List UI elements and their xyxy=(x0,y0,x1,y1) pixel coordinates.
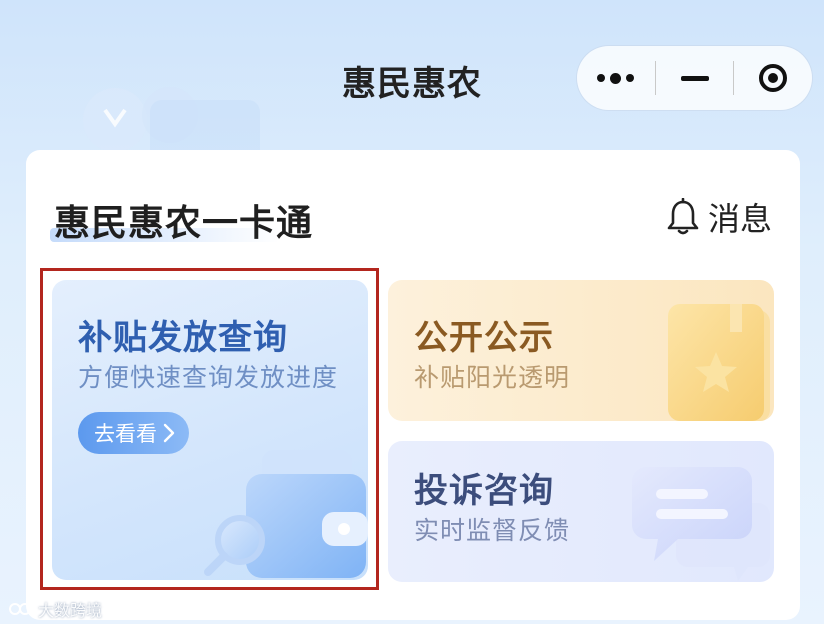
tile-subtitle: 补贴阳光透明 xyxy=(414,363,571,392)
watermark-text: 大数跨境 xyxy=(38,601,103,620)
watermark-logo-icon xyxy=(9,603,31,615)
complaint-consult-tile[interactable]: 投诉咨询 实时监督反馈 xyxy=(388,441,774,582)
close-target-icon xyxy=(759,64,788,92)
card-title-group: 惠民惠农一卡通 xyxy=(50,194,314,246)
tile-heading: 公开公示 xyxy=(414,318,554,358)
tile-subtitle: 实时监督反馈 xyxy=(414,516,571,545)
tile-heading: 投诉咨询 xyxy=(414,471,554,511)
more-button[interactable] xyxy=(577,46,655,110)
card-title: 惠民惠农一卡通 xyxy=(54,203,314,244)
mini-program-capsule xyxy=(577,46,812,110)
bell-icon xyxy=(666,198,700,236)
public-notice-tile[interactable]: 公开公示 补贴阳光透明 xyxy=(388,280,774,421)
message-button[interactable]: 消息 xyxy=(666,194,772,240)
close-button[interactable] xyxy=(734,46,812,110)
watermark: 大数跨境 xyxy=(8,597,102,621)
chat-bubbles-icon xyxy=(632,467,770,581)
star-book-icon xyxy=(668,304,770,421)
more-dots-icon xyxy=(597,72,635,84)
minimize-icon xyxy=(680,75,709,81)
selection-highlight-box xyxy=(40,268,379,590)
message-label: 消息 xyxy=(707,200,772,238)
minimize-button[interactable] xyxy=(656,46,734,110)
